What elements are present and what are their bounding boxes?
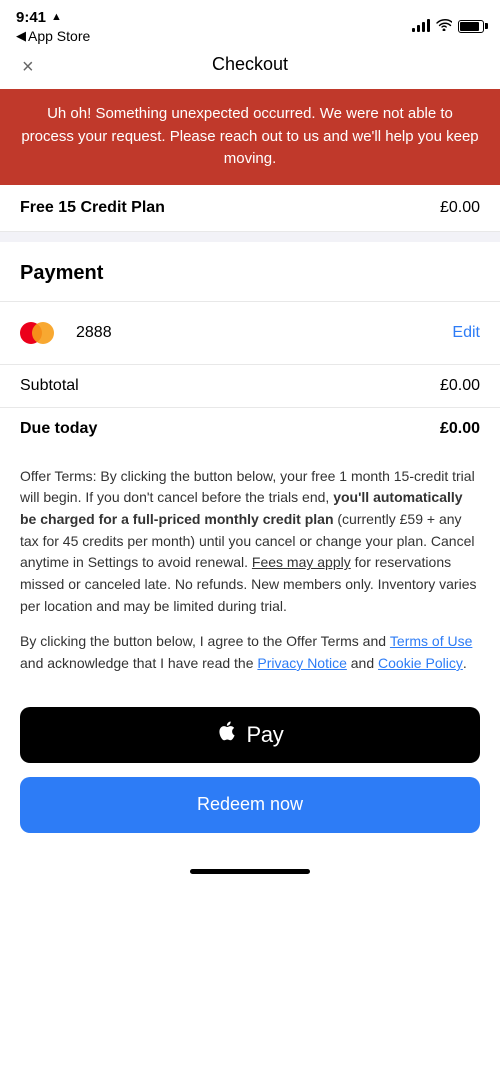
payment-section-title: Payment bbox=[20, 262, 480, 285]
subtotal-value: £0.00 bbox=[440, 377, 480, 395]
offer-terms-paragraph1: Offer Terms: By clicking the button belo… bbox=[20, 466, 480, 618]
due-today-label: Due today bbox=[20, 420, 97, 438]
back-button[interactable]: ◀ App Store bbox=[16, 28, 90, 44]
card-row: 2888 Edit bbox=[0, 302, 500, 365]
due-today-value: £0.00 bbox=[440, 420, 480, 438]
location-arrow-icon: ▲ bbox=[51, 11, 62, 23]
plan-price: £0.00 bbox=[440, 199, 480, 217]
header: × Checkout bbox=[0, 44, 500, 89]
subtotal-row: Subtotal £0.00 bbox=[0, 365, 500, 407]
cookie-policy-link[interactable]: Cookie Policy bbox=[378, 655, 463, 671]
status-icons bbox=[412, 19, 484, 34]
home-indicator bbox=[0, 853, 500, 884]
redeem-now-button[interactable]: Redeem now bbox=[20, 777, 480, 833]
apple-logo-icon bbox=[216, 720, 238, 748]
status-time: 9:41 ▲ bbox=[16, 9, 62, 26]
offer-terms-and2: and bbox=[347, 655, 378, 671]
close-button[interactable]: × bbox=[18, 53, 38, 81]
apple-pay-label: Pay bbox=[246, 722, 283, 748]
payment-section: Payment bbox=[0, 242, 500, 285]
page-title: Checkout bbox=[212, 54, 288, 75]
plan-row: Free 15 Credit Plan £0.00 bbox=[0, 185, 500, 232]
battery-icon bbox=[458, 20, 484, 33]
mastercard-icon bbox=[20, 318, 64, 348]
card-last4: 2888 bbox=[76, 324, 112, 342]
privacy-notice-link[interactable]: Privacy Notice bbox=[257, 655, 346, 671]
offer-terms-paragraph2: By clicking the button below, I agree to… bbox=[20, 631, 480, 674]
time-label: 9:41 bbox=[16, 9, 46, 26]
status-bar: 9:41 ▲ ◀ App Store bbox=[0, 0, 500, 44]
redeem-label: Redeem now bbox=[197, 794, 303, 814]
plan-name: Free 15 Credit Plan bbox=[20, 199, 165, 217]
error-message: Uh oh! Something unexpected occurred. We… bbox=[21, 105, 478, 167]
back-chevron-icon: ◀ bbox=[16, 28, 26, 44]
error-banner: Uh oh! Something unexpected occurred. We… bbox=[0, 89, 500, 185]
offer-terms-period: . bbox=[463, 655, 467, 671]
edit-payment-button[interactable]: Edit bbox=[452, 324, 480, 342]
buttons-section: Pay Redeem now bbox=[0, 691, 500, 853]
status-left: 9:41 ▲ ◀ App Store bbox=[16, 9, 90, 44]
terms-of-use-link[interactable]: Terms of Use bbox=[390, 633, 472, 649]
wifi-icon bbox=[436, 19, 452, 34]
signal-icon bbox=[412, 20, 430, 32]
apple-pay-button[interactable]: Pay bbox=[20, 707, 480, 763]
home-bar bbox=[190, 869, 310, 874]
card-info: 2888 bbox=[20, 318, 112, 348]
subtotal-label: Subtotal bbox=[20, 377, 79, 395]
offer-terms-agree-intro: By clicking the button below, I agree to… bbox=[20, 633, 390, 649]
offer-terms: Offer Terms: By clicking the button belo… bbox=[0, 450, 500, 691]
offer-terms-and: and acknowledge that I have read the bbox=[20, 655, 257, 671]
back-label: App Store bbox=[28, 28, 90, 44]
fees-may-apply: Fees may apply bbox=[252, 554, 351, 570]
due-today-row: Due today £0.00 bbox=[0, 407, 500, 450]
